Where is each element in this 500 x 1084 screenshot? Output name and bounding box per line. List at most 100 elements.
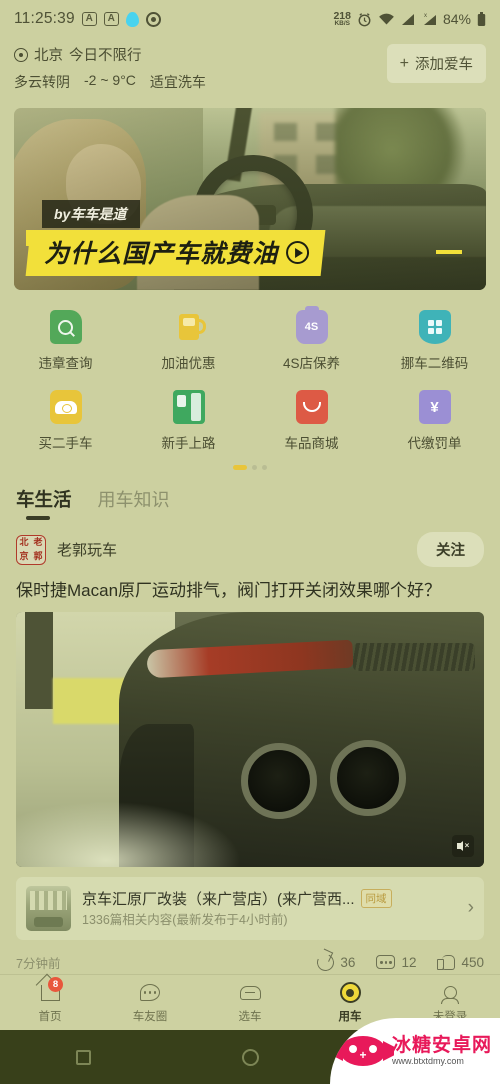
grid-item-pay-ticket[interactable]: ¥ 代缴罚单 [373, 384, 496, 458]
tab-car-knowledge[interactable]: 用车知识 [98, 486, 170, 522]
status-bar-right: 218 KB/S x 84% [333, 9, 486, 28]
status-badge: 同域 [360, 888, 392, 908]
share-icon [315, 951, 337, 974]
hero-byline: by车车是道 [42, 200, 141, 228]
grid-pager[interactable] [0, 458, 500, 470]
shop-name: 京车汇原厂改装（来广营店）(来广营西... [82, 890, 355, 908]
location-weather-bar: 北京 今日不限行 多云转阴 -2 ~ 9°C 适宜洗车 + 添加爱车 [0, 38, 500, 102]
qq-penguin-icon [125, 11, 139, 27]
author-name[interactable]: 老郭玩车 [57, 539, 117, 560]
status-bar-left: 11:25:39 A A [14, 10, 161, 28]
pay-ticket-icon: ¥ [418, 390, 451, 424]
hero-title: 为什么国产车就费油 [44, 240, 279, 268]
like-button[interactable]: 450 [437, 954, 484, 971]
grid-item-4s-maintenance[interactable]: 4S 4S店保养 [250, 304, 373, 378]
like-count: 450 [461, 954, 484, 970]
signal-bars-icon [401, 13, 415, 26]
home-icon: 8 [38, 976, 63, 1004]
qr-shield-icon [418, 310, 451, 344]
hero-banner[interactable]: by车车是道 为什么国产车就费油 [14, 108, 486, 290]
pager-dot[interactable] [262, 465, 267, 470]
grid-item-fuel-discount[interactable]: 加油优惠 [127, 304, 250, 378]
grid-item-move-car-qr[interactable]: 挪车二维码 [373, 304, 496, 378]
shop-title-row: 京车汇原厂改装（来广营店）(来广营西... 同域 [82, 888, 457, 909]
grid-item-label: 违章查询 [38, 356, 93, 371]
nav-label: 首页 [38, 1010, 62, 1023]
article-video[interactable]: × [16, 611, 484, 867]
play-circle-icon[interactable] [286, 240, 310, 264]
android-a-icon: A [81, 12, 97, 26]
grid-item-used-car[interactable]: 买二手车 [4, 384, 127, 458]
add-car-button[interactable]: + 添加爱车 [386, 44, 486, 83]
signal-bars-x-icon: x [421, 12, 437, 26]
phone-screen: 11:25:39 A A 218 KB/S x 84% 北京 今日不限行 多云转… [0, 0, 500, 1084]
chat-bubble-icon [138, 982, 162, 1004]
comment-icon [376, 955, 396, 970]
grid-item-beginner[interactable]: 新手上路 [127, 384, 250, 458]
status-clock: 11:25:39 [14, 10, 75, 27]
used-car-icon [49, 390, 82, 424]
home-badge: 8 [48, 976, 63, 992]
author-row: 北 老 京 郭 老郭玩车 关注 [0, 522, 500, 567]
user-icon [438, 982, 462, 1004]
mute-icon[interactable]: × [452, 834, 474, 857]
shop-card[interactable]: 京车汇原厂改装（来广营店）(来广营西... 同域 1336篇相关内容(最新发布于… [16, 876, 484, 940]
shop-text: 京车汇原厂改装（来广营店）(来广营西... 同域 1336篇相关内容(最新发布于… [82, 888, 457, 929]
tab-car-life[interactable]: 车生活 [16, 486, 72, 522]
content-tabs: 车生活 用车知识 [0, 470, 500, 522]
grid-item-label: 代缴罚单 [407, 436, 462, 451]
android-a-icon-2: A [103, 12, 119, 26]
tab-label: 车生活 [16, 489, 72, 510]
pager-dot[interactable] [252, 465, 257, 470]
target-icon [145, 11, 161, 27]
hero-title-wrap: 为什么国产车就费油 [25, 230, 446, 276]
avatar-char: 老 [33, 537, 43, 547]
watermark-url: www.btxtdmy.com [392, 1055, 464, 1066]
watermark-text: 冰糖安卓网 www.btxtdmy.com [392, 1035, 492, 1067]
home-button[interactable] [167, 1048, 334, 1066]
violation-search-icon [49, 310, 82, 344]
pager-dot-active[interactable] [233, 465, 247, 470]
avatar[interactable]: 北 老 京 郭 [16, 534, 46, 565]
wifi-icon [378, 12, 395, 26]
city-label: 北京 [34, 48, 63, 64]
follow-button[interactable]: 关注 [417, 532, 484, 567]
grid-item-label: 4S店保养 [282, 356, 340, 371]
svg-text:x: x [424, 13, 427, 19]
share-button[interactable]: 36 [315, 951, 356, 974]
grid-item-shop[interactable]: 车品商城 [250, 384, 373, 458]
steering-wheel-icon [338, 982, 362, 1004]
shopping-bag-icon [295, 390, 328, 424]
recents-button[interactable] [0, 1049, 167, 1065]
time-ago: 7分钟前 [16, 956, 61, 971]
nav-label: 选车 [238, 1010, 262, 1023]
grid-item-violation-search[interactable]: 违章查询 [4, 304, 127, 378]
nav-item-choose-car[interactable]: 选车 [200, 982, 300, 1024]
hero-title-band: 为什么国产车就费油 [25, 230, 326, 276]
weather-label: 多云转阴 [14, 74, 70, 90]
comment-button[interactable]: 12 [376, 955, 416, 970]
grid-item-label: 挪车二维码 [400, 356, 469, 371]
comment-count: 12 [401, 954, 417, 970]
share-count: 36 [340, 954, 356, 970]
add-car-label: 添加爱车 [415, 57, 473, 73]
4s-badge-text: 4S [304, 321, 319, 333]
nav-item-home[interactable]: 8 首页 [0, 976, 100, 1024]
restriction-label: 今日不限行 [69, 48, 142, 64]
like-icon [437, 954, 456, 971]
tab-label: 用车知识 [97, 490, 170, 510]
chevron-right-icon[interactable]: › [468, 897, 474, 919]
fuel-pump-icon [173, 310, 206, 344]
plus-icon: + [399, 54, 409, 72]
article-title[interactable]: 保时捷Macan原厂运动排气，阀门打开关闭效果哪个好？ [0, 567, 500, 603]
beginner-book-icon [172, 390, 205, 424]
nav-item-community[interactable]: 车友圈 [100, 982, 200, 1024]
article-actions: 36 12 450 [315, 951, 484, 974]
grid-item-label: 车品商城 [284, 436, 339, 451]
grid-item-label: 新手上路 [161, 436, 216, 451]
nav-item-use-car[interactable]: 用车 [300, 982, 400, 1024]
4s-maintenance-icon: 4S [295, 306, 328, 344]
quick-action-grid: 违章查询 加油优惠 4S 4S店保养 挪车二维码 买二手车 新手上路 车品商城 … [0, 290, 500, 458]
net-speed-indicator: 218 KB/S [333, 9, 351, 27]
hero-accent-right [436, 250, 462, 254]
